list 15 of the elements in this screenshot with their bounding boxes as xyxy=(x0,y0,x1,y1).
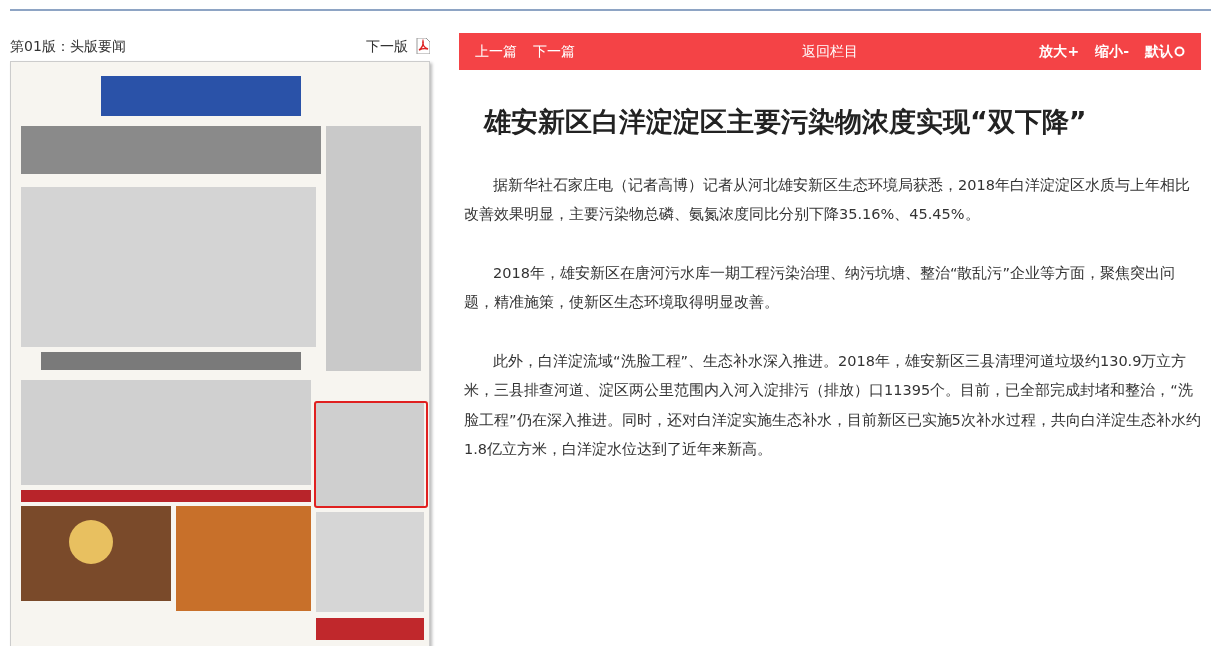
next-edition-link[interactable]: 下一版 xyxy=(366,35,408,57)
article-paragraph: 此外，白洋淀流域“洗脸工程”、生态补水深入推进。2018年，雄安新区三县清理河道垃圾约130.9万立方米，三县排查河道、淀区两公里范围内入河入淀排污（排放）口11395个。目前，已全部完成封堵和整治，“洗脸工程”仍在深入推进。同时，还对白洋淀实施生态补水，目前新区已实施5次补水过程，共向白洋淀生态补水约1.8亿立方米，白洋淀水位达到了近年来新高。 xyxy=(464,351,1201,459)
article-paragraph: 2018年，雄安新区在唐河污水库一期工程污染治理、纳污坑塘、整治“散乱污”企业等方面，聚焦突出问题，精准施策，使新区生态环境取得明显改善。 xyxy=(464,263,1176,312)
default-size-button[interactable]: 默认 xyxy=(1145,41,1173,62)
article-title: 雄安新区白洋淀淀区主要污染物浓度实现“双下降” xyxy=(484,105,1088,139)
next-article-link[interactable]: 下一篇 xyxy=(533,41,575,62)
previous-article-link[interactable]: 上一篇 xyxy=(475,41,517,62)
back-to-section-link[interactable]: 返回栏目 xyxy=(802,41,858,62)
article-paragraph: 据新华社石家庄电（记者高博）记者从河北雄安新区生态环境局获悉，2018年白洋淀淀区水质与上年相比改善效果明显，主要污染物总磷、氨氮浓度同比分别下降35.16%、45.45%。 xyxy=(464,175,1191,224)
selected-article-outline[interactable] xyxy=(314,401,428,508)
zoom-in-button[interactable]: 放大+ xyxy=(1039,41,1080,62)
circle-icon xyxy=(1174,46,1185,57)
edition-label: 第01版：头版要闻 xyxy=(10,36,126,56)
pdf-icon[interactable] xyxy=(416,38,430,54)
zoom-out-button[interactable]: 缩小- xyxy=(1095,41,1129,62)
